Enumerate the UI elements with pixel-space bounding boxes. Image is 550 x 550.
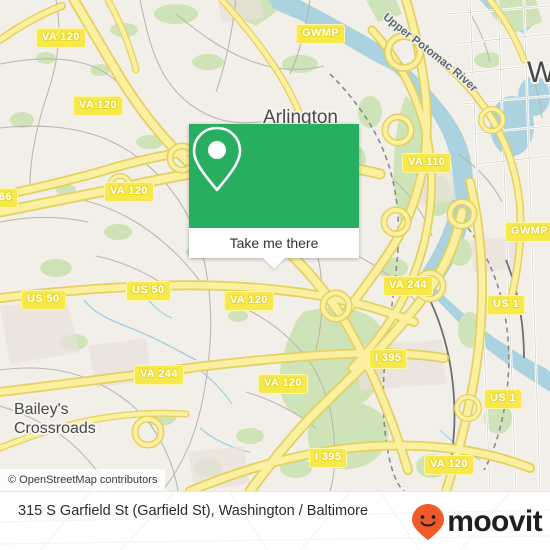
road-shield-va120-4: VA 120	[224, 291, 274, 311]
road-shield-gwmp-2: GWMP	[505, 222, 550, 242]
road-shield-va120-6: VA 120	[424, 455, 474, 475]
moovit-map-screen: Upper Potomac River Arlington W Bailey's…	[0, 0, 550, 550]
road-shield-i395-2: I 395	[309, 448, 348, 468]
road-shield-va120-1: VA 120	[36, 28, 86, 48]
osm-attribution-text: © OpenStreetMap contributors	[8, 474, 158, 486]
road-shield-us50-2: US 50	[126, 281, 171, 301]
place-label-washington: W	[527, 56, 550, 89]
river-label-text: Upper Potomac River	[379, 10, 481, 96]
road-shield-gwmp-1: GWMP	[296, 24, 346, 44]
road-shield-va110: VA 110	[402, 153, 452, 173]
map-pin-icon	[192, 126, 242, 192]
road-shield-us1-2: US 1	[484, 389, 523, 409]
road-shield-va244-2: VA 244	[134, 365, 184, 385]
road-shield-i66: I 66	[0, 188, 18, 208]
location-popup-card[interactable]: Take me there	[189, 124, 359, 269]
footer-bar: 315 S Garfield St (Garfield St), Washing…	[0, 491, 550, 550]
osm-attribution[interactable]: © OpenStreetMap contributors	[0, 469, 166, 491]
road-shield-va120-3: VA 120	[104, 182, 154, 202]
moovit-pin-icon	[412, 503, 445, 540]
address-text: 315 S Garfield St (Garfield St), Washing…	[18, 503, 369, 519]
road-shield-va244-1: VA 244	[383, 276, 433, 296]
road-shield-us50-1: US 50	[21, 290, 66, 310]
road-shield-i395-1: I 395	[369, 349, 408, 369]
road-shield-va120-2: VA 120	[73, 96, 123, 116]
take-me-there-label: Take me there	[229, 235, 319, 251]
popup-header	[189, 124, 359, 228]
take-me-there-button[interactable]: Take me there	[189, 228, 359, 258]
map-canvas[interactable]: Upper Potomac River Arlington W Bailey's…	[0, 0, 550, 491]
road-shield-us1-1: US 1	[487, 295, 526, 315]
road-shield-va120-5: VA 120	[258, 374, 308, 394]
place-label-baileys-crossroads: Bailey's Crossroads	[14, 401, 96, 437]
popup-pointer-tail	[263, 258, 285, 269]
moovit-wordmark: moovit	[447, 504, 542, 538]
moovit-logo: moovit	[411, 492, 543, 550]
svg-text:Upper Potomac River: Upper Potomac River	[381, 11, 480, 95]
